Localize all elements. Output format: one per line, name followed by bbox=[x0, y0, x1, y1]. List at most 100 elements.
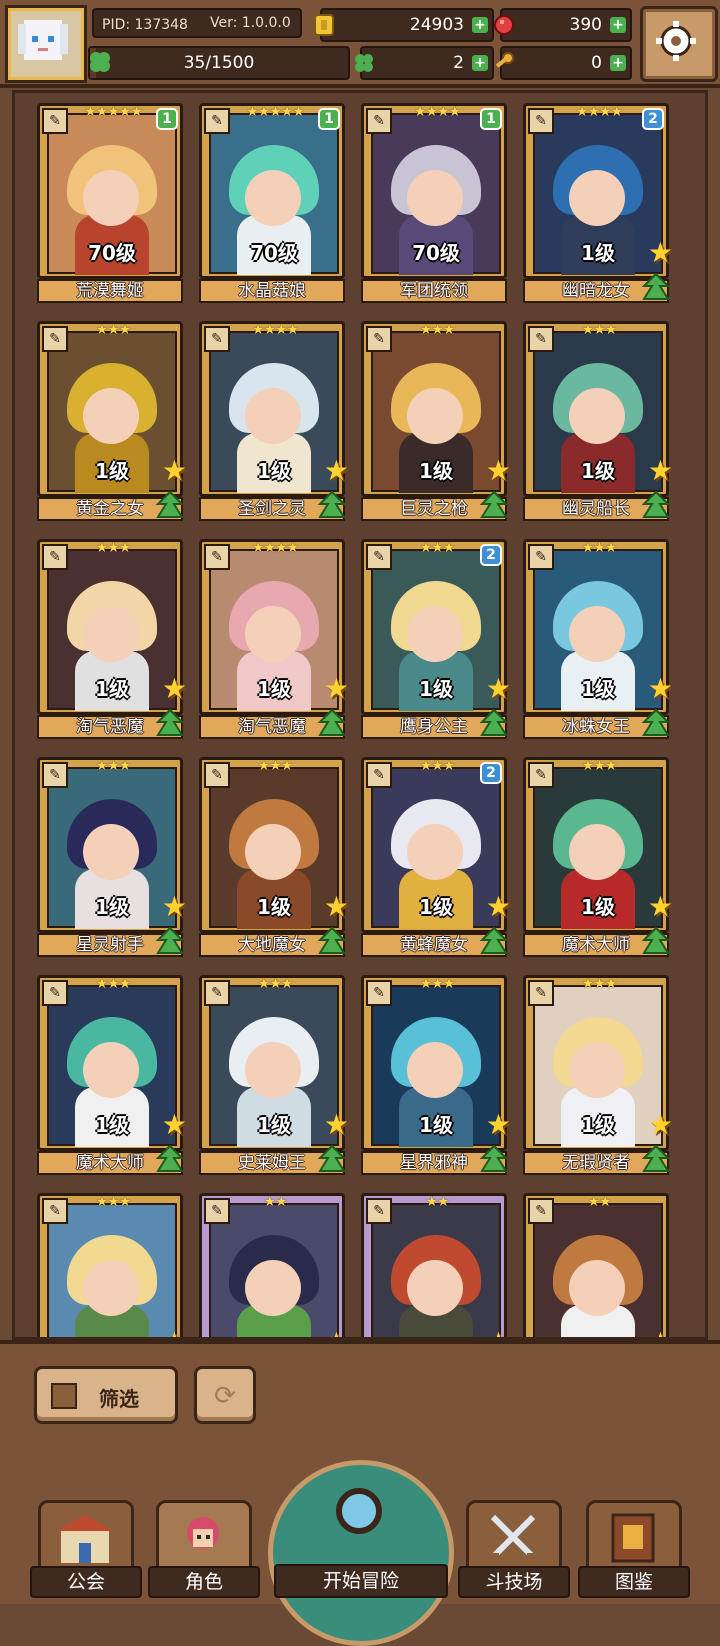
character-portrait: 1级 bbox=[371, 767, 501, 929]
rarity-stars: ★★★★★ bbox=[246, 104, 305, 120]
portrait-face bbox=[569, 1260, 625, 1316]
character-card[interactable]: 1级 ✎ ★★★ 巨灵之枪 ★ bbox=[361, 321, 511, 521]
nav-codex[interactable]: 图鉴 bbox=[578, 1480, 690, 1600]
start-adventure-label: 开始冒险 bbox=[274, 1564, 448, 1598]
class-icon: ✎ bbox=[42, 108, 68, 134]
character-level: 1级 bbox=[581, 241, 615, 265]
clover-icon bbox=[355, 54, 373, 72]
character-portrait: 1级 bbox=[533, 767, 663, 929]
character-card[interactable]: 1级 ✎ ★★★ 魔术大师 ★ bbox=[523, 757, 673, 957]
star-upgrade-icon: ★ bbox=[648, 1329, 673, 1338]
character-portrait: 1级 bbox=[533, 549, 663, 711]
card-frame: ✎ ★★ bbox=[523, 1193, 669, 1337]
star-upgrade-icon: ★ bbox=[485, 890, 511, 923]
nav-arena-label: 斗技场 bbox=[458, 1566, 570, 1598]
class-icon: ✎ bbox=[42, 980, 68, 1006]
character-card[interactable]: 1级 ✎ ★★★ 淘气恶魔 ★ bbox=[37, 539, 187, 739]
character-level: 1级 bbox=[581, 459, 615, 483]
star-upgrade-icon: ★ bbox=[647, 890, 673, 923]
portrait-face bbox=[569, 606, 625, 662]
add-key-button[interactable]: + bbox=[610, 55, 626, 71]
class-icon: ✎ bbox=[204, 326, 230, 352]
character-card[interactable]: 1级 ✎ ★★★ 星界邪神 ★ bbox=[361, 975, 511, 1175]
add-gold-button[interactable]: + bbox=[472, 17, 488, 33]
character-card[interactable]: 1级 ✎ ★★★ 2 黄蜂魔女 ★ bbox=[361, 757, 511, 957]
rarity-stars: ★★ bbox=[263, 1194, 287, 1210]
character-portrait: 1级 bbox=[533, 331, 663, 493]
settings-button[interactable] bbox=[640, 6, 718, 82]
exp-text: 35/1500 bbox=[183, 53, 255, 73]
nav-guild-frame bbox=[38, 1500, 134, 1572]
gear-icon bbox=[656, 21, 696, 61]
character-card[interactable]: 70级 ✎ ★★★★★ 1 荒漠舞姬 bbox=[37, 103, 183, 303]
star-upgrade-icon: ★ bbox=[162, 1329, 187, 1338]
portrait-face bbox=[569, 388, 625, 444]
portrait-face bbox=[83, 1042, 139, 1098]
rank-badge: 1 bbox=[156, 108, 178, 130]
class-icon: ✎ bbox=[528, 108, 554, 134]
character-card[interactable]: 1级 ✎ ★★★ 大地魔女 ★ bbox=[199, 757, 349, 957]
class-icon: ✎ bbox=[528, 1198, 554, 1224]
rarity-stars: ★★ bbox=[587, 1194, 611, 1210]
character-portrait: 1级 bbox=[371, 331, 501, 493]
class-icon: ✎ bbox=[366, 980, 392, 1006]
level-up-arrow-icon bbox=[479, 709, 509, 736]
class-icon: ✎ bbox=[42, 326, 68, 352]
character-card[interactable]: 1级 ✎ ★★★★ 2 幽暗龙女 ★ bbox=[523, 103, 673, 303]
character-portrait: 1级 bbox=[371, 985, 501, 1147]
portrait-face bbox=[245, 1042, 301, 1098]
character-card[interactable]: 1级 ✎ ★★★ 星灵射手 ★ bbox=[37, 757, 187, 957]
ruby-gem-icon bbox=[494, 15, 514, 35]
nav-arena[interactable]: 斗技场 bbox=[458, 1480, 570, 1600]
character-card[interactable]: 1级 ✎ ★★★ 2 鹰身公主 ★ bbox=[361, 539, 511, 739]
character-portrait: 1级 bbox=[209, 549, 339, 711]
refresh-button[interactable]: ⟳ bbox=[194, 1366, 256, 1424]
portrait-face bbox=[83, 1260, 139, 1316]
character-level: 1级 bbox=[95, 677, 129, 701]
magnifier-icon bbox=[336, 1488, 382, 1534]
add-gem-button[interactable]: + bbox=[610, 17, 626, 33]
class-icon: ✎ bbox=[42, 544, 68, 570]
character-card[interactable]: 1级 ✎ ★★★ 幽灵船长 ★ bbox=[523, 321, 673, 521]
character-card[interactable]: 70级 ✎ ★★★★★ 1 水晶菇娘 bbox=[199, 103, 345, 303]
level-up-arrow-icon bbox=[155, 1145, 185, 1172]
character-portrait: 1级 bbox=[371, 549, 501, 711]
rarity-stars: ★★★ bbox=[95, 322, 132, 338]
nav-codex-frame bbox=[586, 1500, 682, 1572]
rarity-stars: ★★★★ bbox=[413, 104, 461, 120]
character-card[interactable]: ✎★★★★ bbox=[37, 1193, 187, 1337]
star-upgrade-icon: ★ bbox=[647, 1108, 673, 1141]
character-card[interactable]: ✎★★★ bbox=[361, 1193, 511, 1337]
star-upgrade-icon: ★ bbox=[161, 890, 187, 923]
nav-guild[interactable]: 公会 bbox=[30, 1480, 142, 1600]
character-card[interactable]: ✎★★★ bbox=[199, 1193, 349, 1337]
player-avatar[interactable] bbox=[5, 5, 87, 83]
character-card[interactable]: 1级 ✎ ★★★★ 淘气恶魔 ★ bbox=[199, 539, 349, 739]
character-card[interactable]: ✎★★★ bbox=[523, 1193, 673, 1337]
character-card[interactable]: 1级 ✎ ★★★ 冰蛛女王 ★ bbox=[523, 539, 673, 739]
portrait-face bbox=[245, 170, 301, 226]
book-icon bbox=[611, 1513, 655, 1563]
filter-button[interactable]: 筛选 bbox=[34, 1366, 178, 1424]
character-icon bbox=[187, 1517, 219, 1549]
character-card[interactable]: 1级 ✎ ★★★★ 圣剑之灵 ★ bbox=[199, 321, 349, 521]
nav-character[interactable]: 角色 bbox=[148, 1480, 260, 1600]
rank-badge: 2 bbox=[642, 108, 664, 130]
character-card[interactable]: 70级 ✎ ★★★★ 1 军团统领 bbox=[361, 103, 507, 303]
character-card[interactable]: 1级 ✎ ★★★ 无瑕贤者 ★ bbox=[523, 975, 673, 1175]
portrait-face bbox=[245, 1260, 301, 1316]
rarity-stars: ★★★ bbox=[95, 1194, 132, 1210]
level-up-arrow-icon bbox=[317, 491, 347, 518]
character-card[interactable]: 1级 ✎ ★★★ 史莱姆王 ★ bbox=[199, 975, 349, 1175]
character-card[interactable]: 1级 ✎ ★★★ 魔术大师 ★ bbox=[37, 975, 187, 1175]
rank-badge: 1 bbox=[318, 108, 340, 130]
character-level: 1级 bbox=[257, 1113, 291, 1137]
level-up-arrow-icon bbox=[641, 1145, 671, 1172]
class-icon: ✎ bbox=[204, 980, 230, 1006]
add-clover-button[interactable]: + bbox=[472, 55, 488, 71]
level-up-arrow-icon bbox=[317, 1145, 347, 1172]
start-adventure-button[interactable]: 开始冒险 bbox=[268, 1460, 454, 1646]
character-card[interactable]: 1级 ✎ ★★★ 黄金之女 ★ bbox=[37, 321, 187, 521]
filter-label: 筛选 bbox=[99, 1387, 139, 1411]
character-portrait: 1级 bbox=[47, 549, 177, 711]
